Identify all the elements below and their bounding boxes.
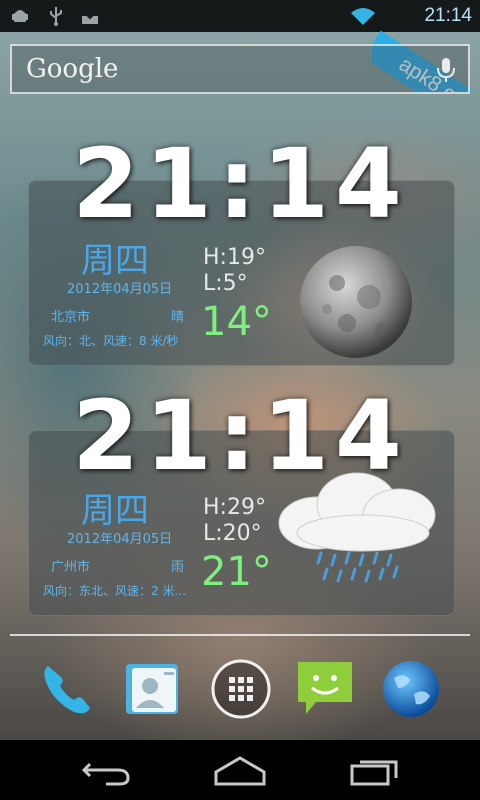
download-icon xyxy=(82,7,98,24)
microphone-icon[interactable] xyxy=(434,56,458,84)
android-debug-icon xyxy=(12,10,28,22)
high-temp: H:19° xyxy=(203,245,266,270)
wind-label: 风向：北、风速：8 米/秒 xyxy=(43,334,179,348)
phone-icon[interactable] xyxy=(36,658,98,720)
current-temp: 21° xyxy=(201,549,272,595)
condition-label: 晴 xyxy=(171,310,185,325)
google-logo: Google xyxy=(26,54,119,84)
city-label: 广州市 xyxy=(51,560,91,575)
weekday-label: 周四 xyxy=(81,241,149,281)
navigation-bar xyxy=(0,740,480,800)
city-label: 北京市 xyxy=(51,310,91,325)
messaging-icon[interactable] xyxy=(294,658,356,720)
low-temp: L:20° xyxy=(203,521,262,546)
home-icon[interactable] xyxy=(210,752,270,788)
back-icon[interactable] xyxy=(76,752,136,788)
usb-icon xyxy=(50,7,62,26)
google-search-bar[interactable]: Google xyxy=(10,44,470,94)
app-drawer-icon[interactable] xyxy=(210,658,272,720)
browser-icon[interactable] xyxy=(380,658,442,720)
condition-label: 雨 xyxy=(171,560,185,575)
wallpaper xyxy=(0,0,480,740)
low-temp: L:5° xyxy=(203,271,248,296)
high-temp: H:29° xyxy=(203,495,266,520)
recent-apps-icon[interactable] xyxy=(344,752,404,788)
moon-icon xyxy=(300,246,412,358)
date-label: 2012年04月05日 xyxy=(67,282,173,297)
contacts-icon[interactable] xyxy=(122,658,184,720)
clock-time[interactable]: 21:14 xyxy=(0,380,480,492)
wind-label: 风向：东北、风速：2 米... xyxy=(43,584,186,598)
clock-time[interactable]: 21:14 xyxy=(0,128,480,240)
date-label: 2012年04月05日 xyxy=(67,532,173,547)
dock-divider xyxy=(10,634,470,636)
current-temp: 14° xyxy=(201,299,272,345)
